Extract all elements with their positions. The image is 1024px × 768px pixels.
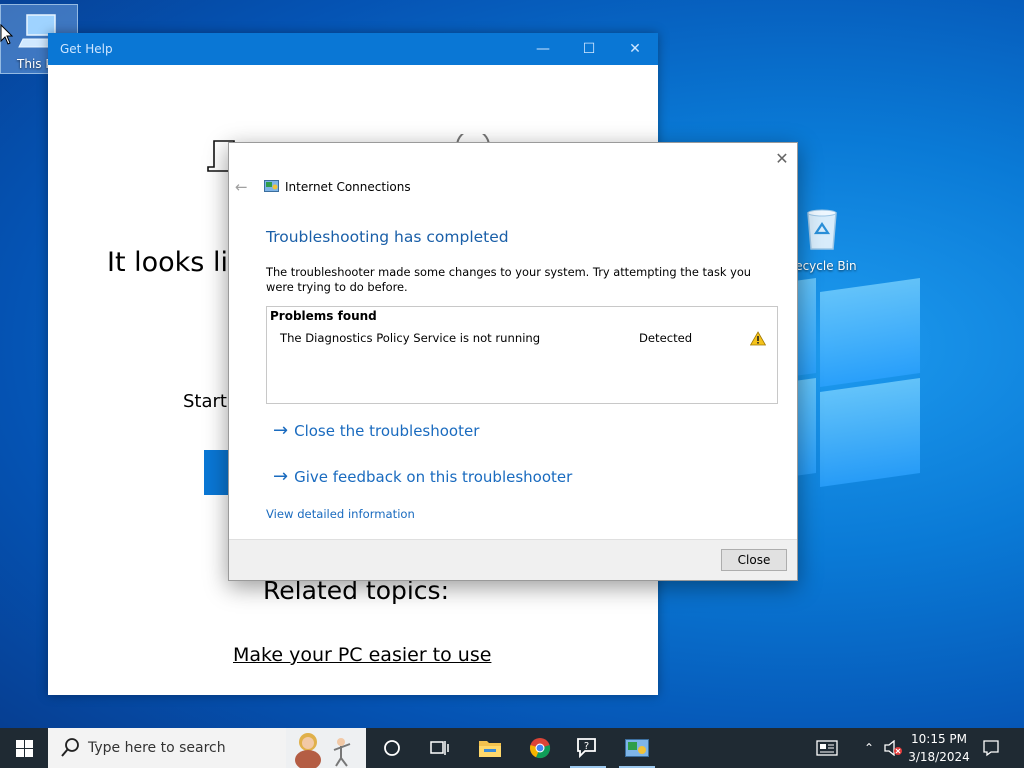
task-view-button[interactable] xyxy=(416,728,464,768)
dialog-footer: Close xyxy=(229,539,797,580)
warning-icon xyxy=(750,331,766,346)
taskbar-search-box[interactable]: Type here to search xyxy=(48,728,366,768)
maximize-icon: ☐ xyxy=(582,41,596,57)
volume-muted-icon xyxy=(884,740,902,756)
get-help-taskbar-button[interactable]: ? xyxy=(564,728,612,768)
troubleshooter-icon xyxy=(625,739,649,757)
maximize-button[interactable]: ☐ xyxy=(566,33,612,65)
recycle-bin-icon xyxy=(807,209,837,250)
mouse-cursor-icon xyxy=(0,24,14,45)
start-button[interactable] xyxy=(0,728,48,768)
cortana-button[interactable] xyxy=(368,728,416,768)
clock-date: 3/18/2024 xyxy=(908,750,970,764)
problem-status: Detected xyxy=(639,331,693,345)
task-view-icon xyxy=(430,741,449,755)
cortana-icon xyxy=(384,740,400,756)
chrome-button[interactable] xyxy=(516,728,564,768)
get-help-titlebar[interactable]: Get Help — ☐ ✕ xyxy=(48,33,658,65)
news-widget-button[interactable] xyxy=(812,728,842,768)
chevron-up-icon: ⌃ xyxy=(863,741,875,755)
taskbar-clock[interactable]: 10:15 PM 3/18/2024 xyxy=(902,730,976,766)
close-button[interactable]: Close xyxy=(721,549,787,571)
minimize-icon: — xyxy=(536,41,550,57)
help-headline: It looks lik xyxy=(107,247,244,278)
give-feedback-link[interactable]: → Give feedback on this troubleshooter xyxy=(273,466,572,487)
start-text: Start xyxy=(183,391,227,412)
result-description: The troubleshooter made some changes to … xyxy=(266,265,752,294)
volume-button[interactable] xyxy=(882,728,904,768)
close-troubleshooter-label: Close the troubleshooter xyxy=(294,421,480,440)
arrow-right-icon: → xyxy=(273,466,289,487)
related-topic-link[interactable]: Make your PC easier to use xyxy=(233,644,491,666)
file-explorer-button[interactable] xyxy=(466,728,514,768)
search-icon xyxy=(61,738,79,757)
search-highlight-illustration xyxy=(286,728,366,768)
close-icon: ✕ xyxy=(775,148,789,168)
internet-connections-icon xyxy=(264,180,279,192)
problems-found-panel: Problems found The Diagnostics Policy Se… xyxy=(266,306,778,404)
window-title: Get Help xyxy=(60,42,113,56)
arrow-right-icon: → xyxy=(273,420,289,441)
news-icon xyxy=(816,740,838,756)
close-icon: ✕ xyxy=(629,41,641,57)
notification-icon xyxy=(983,740,999,757)
svg-text:?: ? xyxy=(584,741,589,752)
problem-name: The Diagnostics Policy Service is not ru… xyxy=(280,331,541,345)
windows-logo-icon xyxy=(15,739,33,757)
troubleshooter-name: Internet Connections xyxy=(285,180,411,194)
clock-time: 10:15 PM xyxy=(911,732,967,746)
get-help-icon: ? xyxy=(577,738,596,759)
view-detailed-information-link[interactable]: View detailed information xyxy=(266,507,415,521)
back-arrow-icon[interactable]: ← xyxy=(235,178,248,196)
troubleshooter-dialog: ✕ ← Internet Connections Troubleshooting… xyxy=(228,142,798,581)
troubleshooter-taskbar-button[interactable] xyxy=(613,728,661,768)
minimize-button[interactable]: — xyxy=(520,33,566,65)
search-placeholder: Type here to search xyxy=(88,740,226,756)
give-feedback-label: Give feedback on this troubleshooter xyxy=(294,467,573,486)
problems-header: Problems found xyxy=(270,309,377,323)
dialog-close-button[interactable]: ✕ xyxy=(773,148,791,168)
close-troubleshooter-link[interactable]: → Close the troubleshooter xyxy=(273,420,479,441)
taskbar: Type here to search ? ⌃ 10:15 PM 3/18/20… xyxy=(0,728,1024,768)
chrome-icon xyxy=(530,738,551,759)
close-window-button[interactable]: ✕ xyxy=(612,33,658,65)
notifications-button[interactable] xyxy=(980,728,1002,768)
file-explorer-icon xyxy=(479,741,501,757)
show-hidden-icons-button[interactable]: ⌃ xyxy=(858,728,880,768)
result-heading: Troubleshooting has completed xyxy=(266,228,509,246)
